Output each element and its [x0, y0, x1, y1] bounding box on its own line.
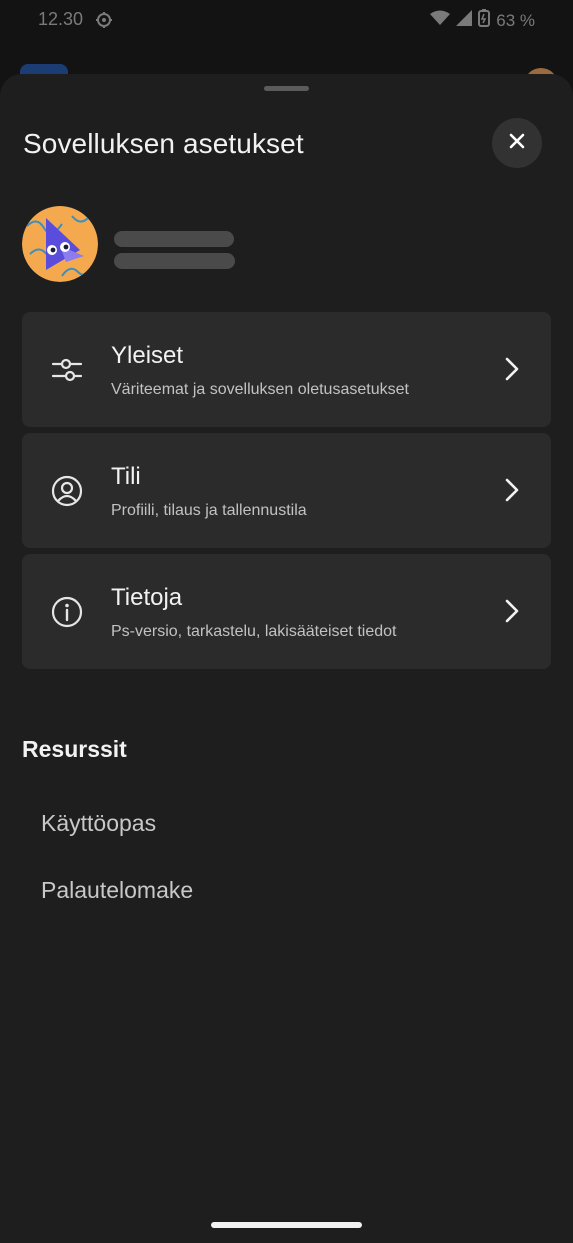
user-guide-link[interactable]: Käyttöopas: [41, 810, 156, 837]
home-indicator[interactable]: [211, 1222, 362, 1228]
status-bar: 12.30 63 %: [0, 0, 573, 42]
drag-handle[interactable]: [264, 86, 309, 91]
settings-item-about[interactable]: Tietoja Ps-versio, tarkastelu, lakisääte…: [22, 554, 551, 669]
close-button[interactable]: [492, 118, 542, 168]
account-icon: [49, 473, 85, 509]
settings-item-title: Yleiset: [111, 342, 184, 369]
status-time: 12.30: [38, 9, 84, 29]
avatar[interactable]: [22, 206, 98, 282]
sliders-icon: [49, 352, 85, 388]
settings-item-title: Tili: [111, 463, 141, 490]
settings-notification-icon: [95, 11, 113, 34]
chevron-right-icon: [500, 477, 522, 508]
screen: 12.30 63 % Sovelluksen asetukset Yleiset…: [0, 0, 573, 1243]
resources-heading: Resurssit: [22, 736, 127, 762]
settings-item-subtitle: Profiili, tilaus ja tallennustila: [111, 502, 307, 519]
settings-item-subtitle: Väriteemat ja sovelluksen oletusasetukse…: [111, 381, 409, 398]
info-icon: [49, 594, 85, 630]
profile-name-placeholder: [114, 231, 234, 247]
battery-percentage: 63 %: [496, 10, 535, 30]
chevron-right-icon: [500, 598, 522, 629]
settings-item-title: Tietoja: [111, 584, 183, 611]
sheet-title: Sovelluksen asetukset: [23, 128, 304, 159]
battery-icon: [478, 9, 491, 32]
settings-item-subtitle: Ps-versio, tarkastelu, lakisääteiset tie…: [111, 623, 397, 640]
settings-item-general[interactable]: Yleiset Väriteemat ja sovelluksen oletus…: [22, 312, 551, 427]
status-indicators: 63 %: [430, 9, 535, 32]
settings-sheet: Sovelluksen asetukset Yleiset Väriteemat…: [0, 74, 573, 1243]
feedback-form-link[interactable]: Palautelomake: [41, 877, 193, 904]
wifi-icon: [430, 10, 451, 31]
signal-icon: [456, 10, 473, 31]
profile-email-placeholder: [114, 253, 235, 269]
chevron-right-icon: [500, 356, 522, 387]
settings-item-account[interactable]: Tili Profiili, tilaus ja tallennustila: [22, 433, 551, 548]
close-icon: [509, 133, 525, 154]
